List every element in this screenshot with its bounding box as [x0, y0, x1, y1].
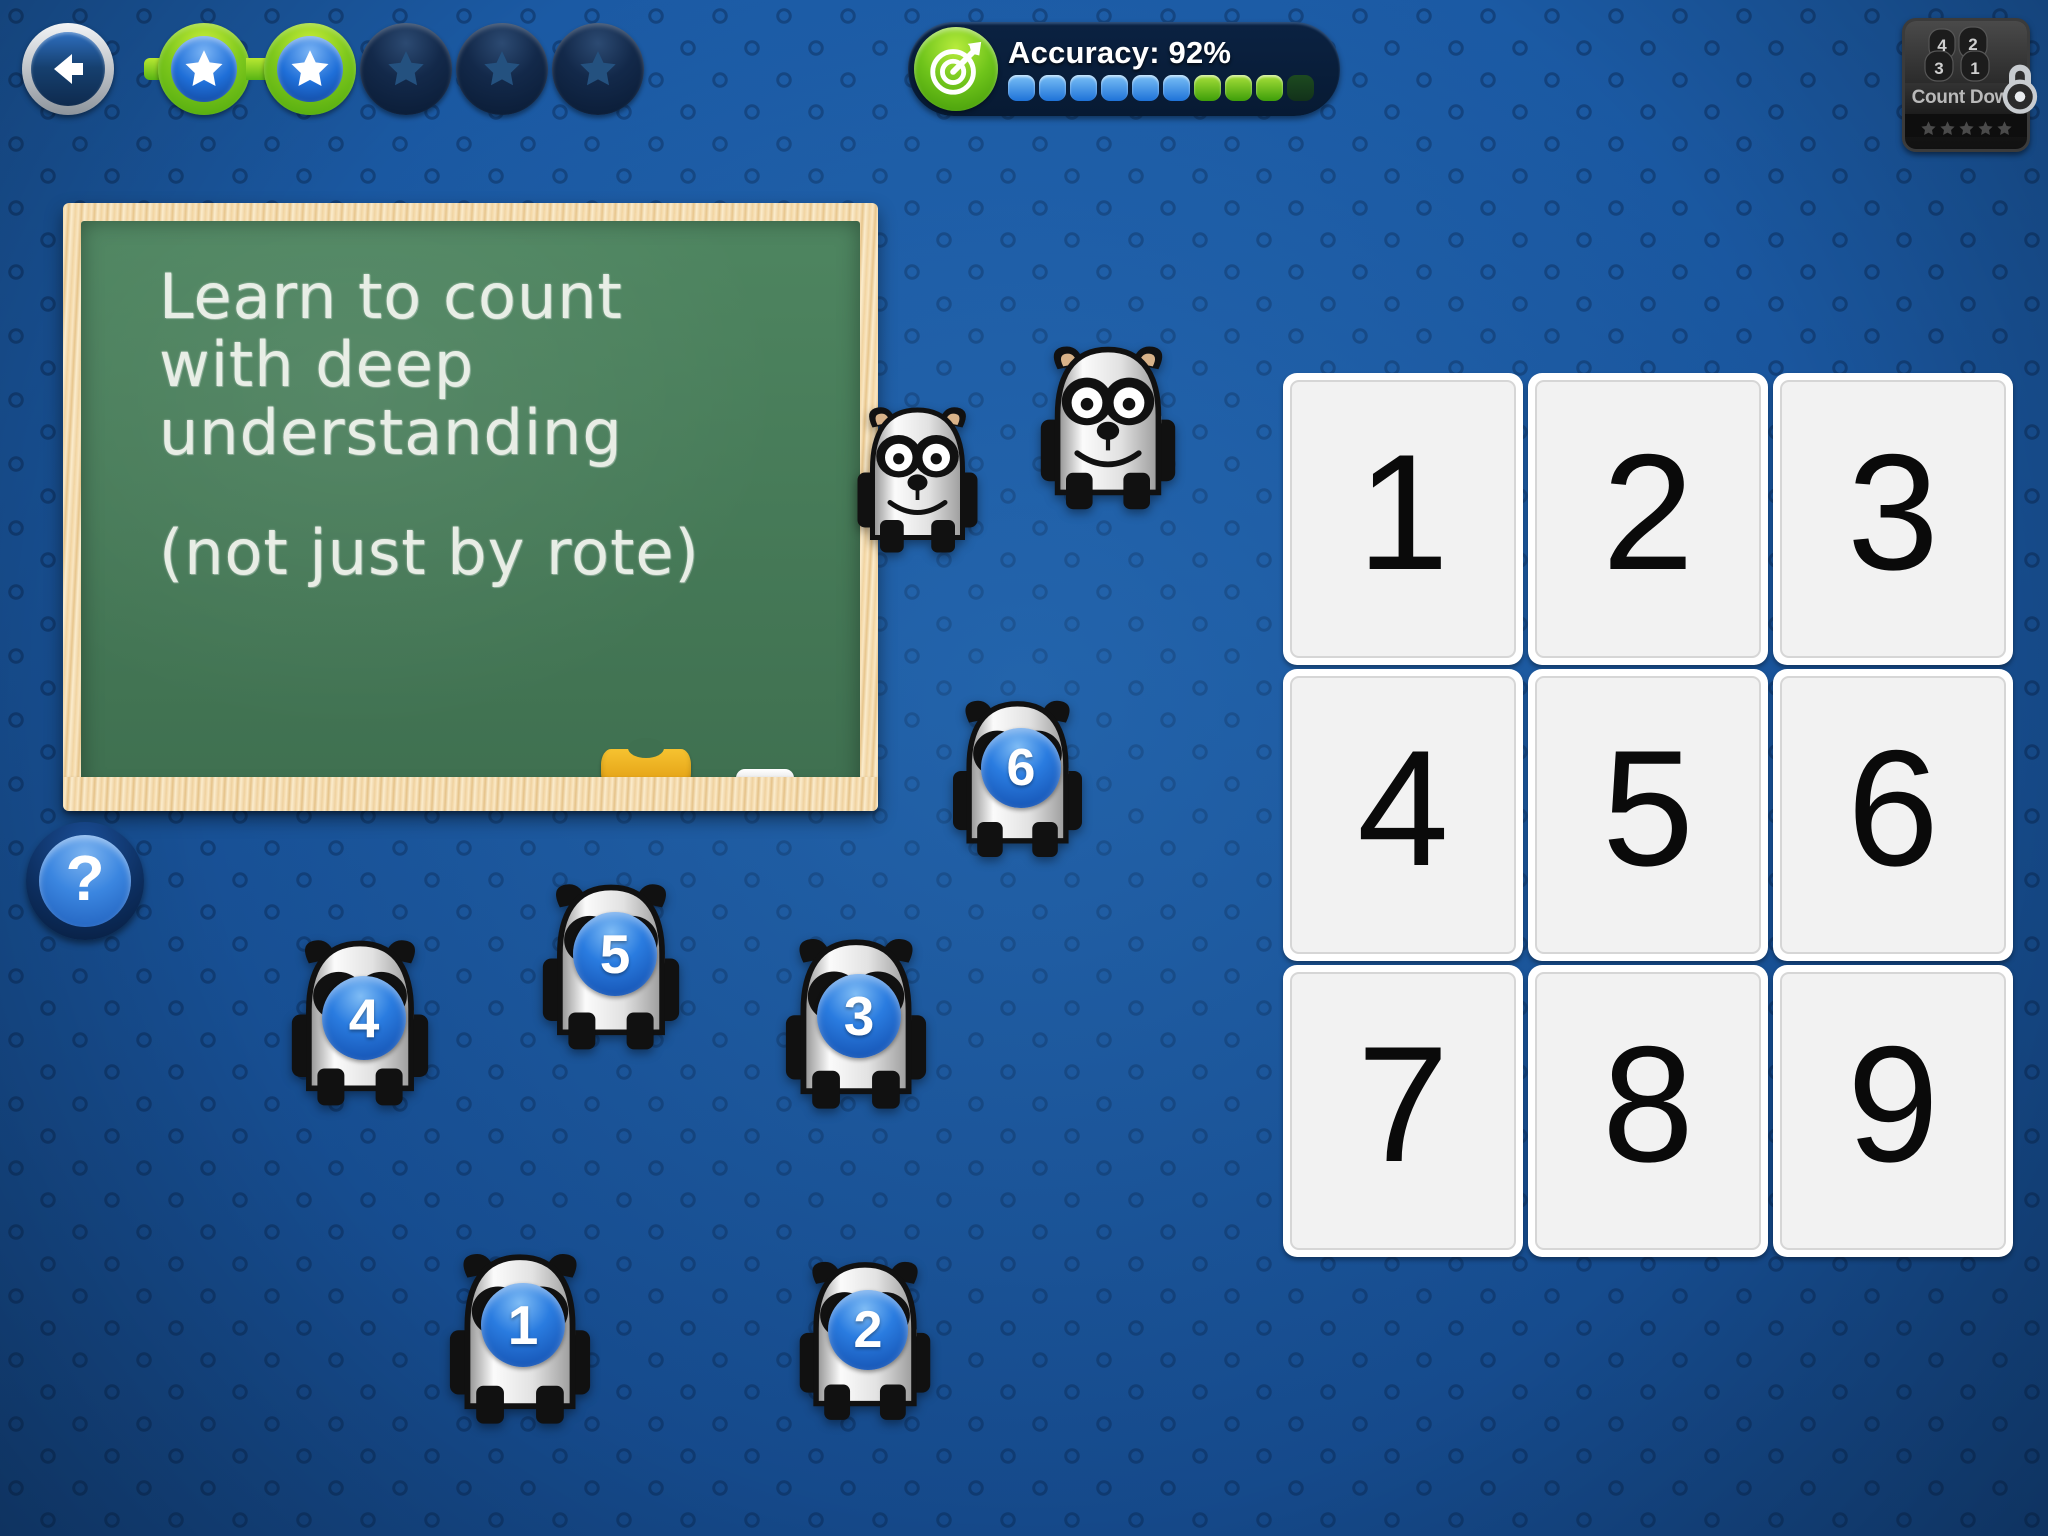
back-button[interactable]	[22, 23, 114, 115]
accuracy-segment	[1070, 75, 1097, 101]
monster-3[interactable]: 3	[783, 930, 929, 1118]
monster-4[interactable]: 4	[289, 932, 431, 1114]
number-card-1-label: 1	[1290, 380, 1516, 658]
number-card-7[interactable]: 7	[1283, 965, 1523, 1257]
accuracy-segment	[1287, 75, 1314, 101]
progress-star-2[interactable]	[264, 23, 356, 115]
help-button-label: ?	[39, 835, 131, 927]
padlock-icon	[2002, 64, 2038, 114]
star-icon	[1920, 121, 1936, 136]
star-icon	[185, 50, 223, 87]
accuracy-segment	[1194, 75, 1221, 101]
accuracy-label: Accuracy: 92%	[1008, 35, 1232, 70]
number-card-4-label: 4	[1290, 676, 1516, 954]
number-pad: 1 2 3 4 5 6 7 8 9	[1283, 373, 2013, 1257]
star-icon	[388, 51, 424, 86]
chalk-stick-icon	[736, 769, 794, 787]
progress-star-2-core	[277, 36, 343, 102]
accuracy-content: Accuracy: 92%	[998, 37, 1340, 101]
monster-3-badge: 3	[817, 974, 901, 1058]
accuracy-segment	[1008, 75, 1035, 101]
number-card-4[interactable]: 4	[1283, 669, 1523, 961]
star-icon	[1958, 121, 1974, 136]
number-card-8[interactable]: 8	[1528, 965, 1768, 1257]
chalkboard-surface: Learn to count with deep understanding (…	[81, 221, 860, 793]
number-card-5-label: 5	[1535, 676, 1761, 954]
monster-6-badge: 6	[981, 728, 1061, 808]
star-icon	[1939, 121, 1955, 136]
progress-star-1[interactable]	[158, 23, 250, 115]
progress-star-3-ring	[371, 34, 441, 104]
svg-text:1: 1	[1970, 59, 1979, 78]
number-card-2-label: 2	[1535, 380, 1761, 658]
number-card-7-label: 7	[1290, 972, 1516, 1250]
number-card-3-label: 3	[1780, 380, 2006, 658]
game-screen: Accuracy: 92% 4 2 3 1 Count Down Learn t…	[0, 0, 2048, 1536]
chalkboard: Learn to count with deep understanding (…	[63, 203, 878, 811]
accuracy-segment	[1256, 75, 1283, 101]
number-card-2[interactable]: 2	[1528, 373, 1768, 665]
monster-4-badge: 4	[322, 976, 406, 1060]
number-card-8-label: 8	[1535, 972, 1761, 1250]
monster-icon	[857, 407, 978, 553]
chalk-subline: (not just by rote)	[159, 516, 700, 589]
monster-1-badge: 1	[481, 1283, 565, 1367]
chalk-line-2: with deep	[159, 328, 475, 401]
monster-5-badge: 5	[573, 912, 657, 996]
svg-text:4: 4	[1937, 36, 1947, 55]
help-button[interactable]: ?	[26, 822, 144, 940]
back-button-inner	[31, 32, 105, 106]
accuracy-segment	[1101, 75, 1128, 101]
number-card-3[interactable]: 3	[1773, 373, 2013, 665]
accuracy-bar	[1008, 75, 1326, 101]
number-card-5[interactable]: 5	[1528, 669, 1768, 961]
number-card-6[interactable]: 6	[1773, 669, 2013, 961]
accuracy-segment	[1225, 75, 1252, 101]
arrow-left-icon	[54, 54, 83, 84]
progress-star-5-ring	[563, 34, 633, 104]
accuracy-segment	[1163, 75, 1190, 101]
monster-icon	[1040, 346, 1176, 510]
monster-1[interactable]: 1	[447, 1245, 593, 1433]
monster-plain-a[interactable]	[855, 400, 980, 560]
accuracy-segment	[1039, 75, 1066, 101]
level-badge-stars	[1905, 114, 2027, 137]
monster-5[interactable]: 5	[540, 876, 682, 1058]
progress-star-3[interactable]	[360, 23, 452, 115]
target-dart-icon	[930, 41, 982, 95]
star-icon	[484, 51, 520, 86]
chalkboard-text: Learn to count with deep understanding (…	[159, 266, 830, 590]
accuracy-segment	[1132, 75, 1159, 101]
number-card-6-label: 6	[1780, 676, 2006, 954]
progress-star-5[interactable]	[552, 23, 644, 115]
number-card-9-label: 9	[1780, 972, 2006, 1250]
progress-star-4[interactable]	[456, 23, 548, 115]
chalk-line-3: understanding	[159, 396, 623, 469]
star-icon	[1996, 121, 2012, 136]
number-card-9[interactable]: 9	[1773, 965, 2013, 1257]
star-icon	[291, 50, 329, 87]
monster-2[interactable]: 2	[797, 1254, 933, 1428]
number-card-1[interactable]: 1	[1283, 373, 1523, 665]
progress-star-1-core	[171, 36, 237, 102]
chalk-line-1: Learn to count	[159, 260, 623, 333]
svg-text:3: 3	[1934, 59, 1943, 78]
level-progress-track	[144, 23, 648, 115]
sponge-eraser-icon	[601, 738, 691, 793]
accuracy-panel: Accuracy: 92%	[908, 22, 1340, 116]
star-icon	[580, 51, 616, 86]
svg-text:2: 2	[1968, 35, 1977, 54]
chalk-spacer	[159, 470, 830, 522]
monster-2-badge: 2	[828, 1290, 908, 1370]
monster-plain-b[interactable]	[1038, 338, 1178, 518]
progress-star-4-ring	[467, 34, 537, 104]
star-icon	[1977, 121, 1993, 136]
accuracy-badge	[914, 27, 998, 111]
monster-6[interactable]: 6	[950, 693, 1085, 865]
